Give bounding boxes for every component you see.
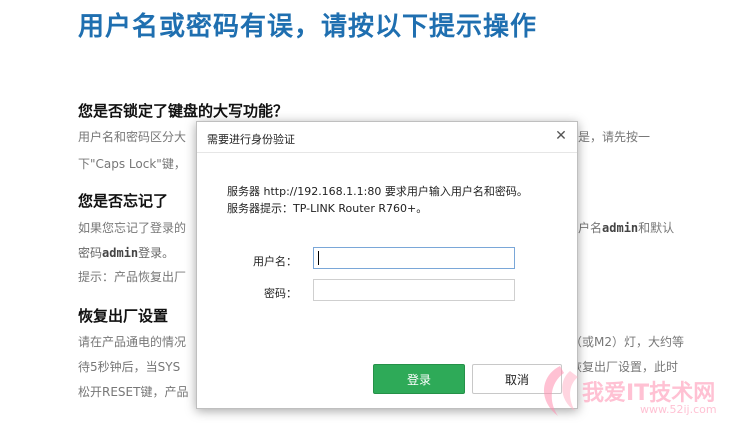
section-text: 密码admin登录。 [78,246,175,260]
password-label: 密码： [264,287,297,300]
section-text: 请在产品通电的情况 [78,335,187,349]
section-text: 是，请先按一 [578,130,651,144]
login-button[interactable]: 登录 [373,364,465,394]
auth-dialog: 需要进行身份验证 ✕ 服务器 http://192.168.1.1:80 要求用… [196,121,578,409]
section-text: 松开RESET键，产品 [78,385,189,399]
section-text: （或M2）灯，大约等 [570,335,684,349]
section-text: 待5秒钟后，当SYS [78,360,181,374]
watermark-swirl-icon [543,366,578,416]
server-message: 服务器 http://192.168.1.1:80 要求用户输入用户名和密码。 [227,185,528,198]
dialog-divider [197,152,577,153]
section-text: 提示：产品恢复出厂 [78,270,187,284]
section-heading-forgot: 您是否忘记了 [78,192,169,210]
watermark-url: www.52ij.com [640,403,717,416]
section-heading-reset: 恢复出厂设置 [78,307,169,325]
password-input[interactable] [313,279,515,301]
username-label: 用户名： [253,255,297,268]
section-heading-capslock: 您是否锁定了键盘的大写功能？ [78,102,289,120]
text-caret [318,251,319,265]
section-text: 户名admin和默认 [578,221,675,235]
section-text: 用户名和密码区分大 [78,130,187,144]
username-input[interactable] [313,247,515,269]
watermark-logo: 我爱IT技术网 www.52ij.com [530,361,730,421]
close-icon[interactable]: ✕ [553,128,569,144]
page-title: 用户名或密码有误，请按以下提示操作 [78,12,538,42]
server-hint: 服务器提示：TP-LINK Router R760+。 [227,202,428,215]
dialog-title: 需要进行身份验证 [207,133,295,146]
section-text: 如果您忘记了登录的 [78,221,187,235]
section-text: 下"Caps Lock"键， [78,157,186,171]
